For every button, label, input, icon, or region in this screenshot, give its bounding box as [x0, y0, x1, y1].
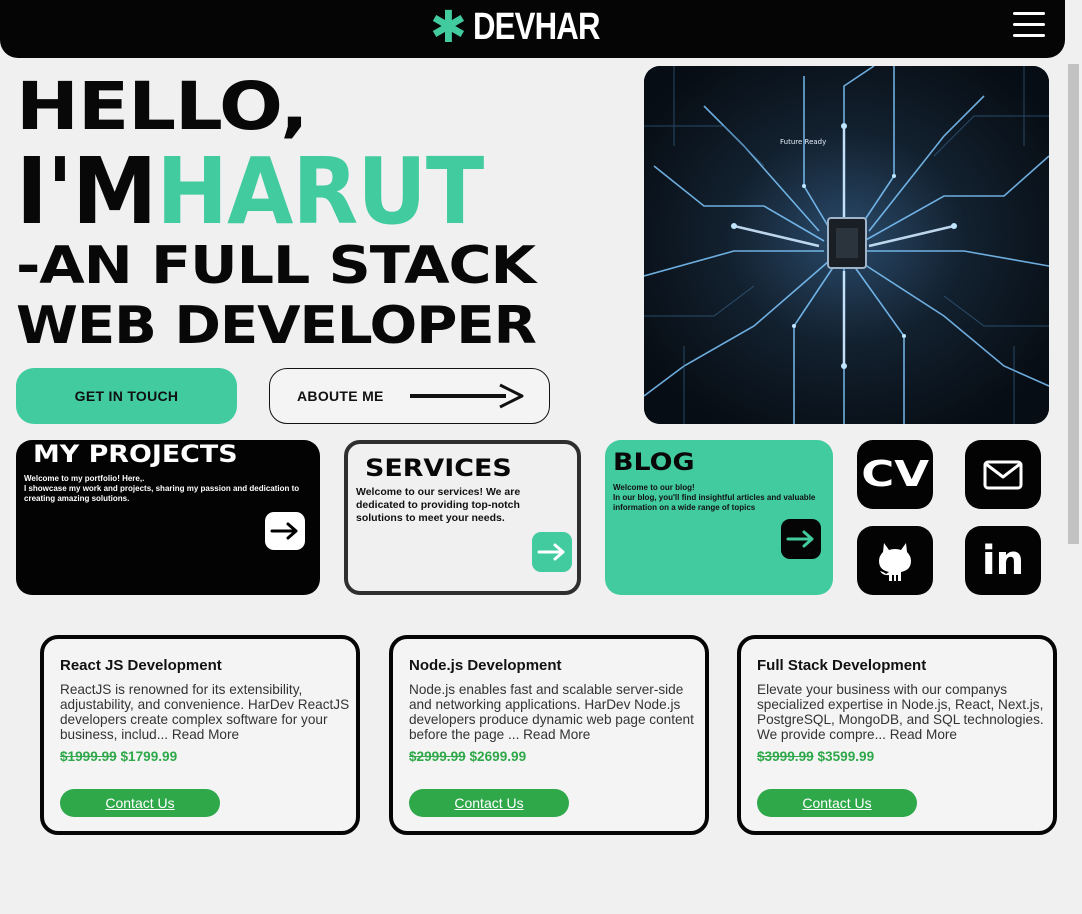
service-price: $1999.99 $1799.99: [60, 749, 177, 764]
hero-name-line: I'MHARUT: [16, 138, 484, 245]
contact-us-button[interactable]: Contact Us: [757, 789, 917, 817]
service-card-react: React JS Development ReactJS is renowned…: [40, 635, 360, 835]
my-projects-card[interactable]: MY PROJECTS Welcome to my portfolio! Her…: [16, 440, 320, 595]
github-octocat-icon: [879, 542, 911, 581]
arrow-right-icon: [537, 543, 565, 561]
long-arrow-right-icon: [410, 383, 524, 409]
about-me-label: ABOUTE ME: [297, 388, 384, 404]
hero-name: HARUT: [156, 138, 484, 245]
hamburger-menu-icon[interactable]: [1013, 12, 1045, 40]
hero-role-line2: WEB DEVELOPER: [16, 296, 537, 356]
linkedin-button[interactable]: in: [965, 526, 1041, 595]
email-button[interactable]: [965, 440, 1041, 509]
linkedin-icon: in: [981, 537, 1025, 584]
service-description: Node.js enables fast and scalable server…: [409, 682, 694, 742]
blog-arrow-button[interactable]: [781, 519, 821, 559]
service-card-fullstack: Full Stack Development Elevate your busi…: [737, 635, 1057, 835]
service-title: Node.js Development: [409, 657, 562, 674]
arrow-right-icon: [270, 522, 298, 540]
blog-title: BLOG: [613, 448, 695, 476]
brand-logo[interactable]: ✱ DEVHAR: [430, 1, 627, 53]
my-projects-arrow-button[interactable]: [265, 512, 305, 550]
blog-card[interactable]: BLOG Welcome to our blog! In our blog, y…: [605, 440, 833, 595]
top-navbar: ✱ DEVHAR: [0, 0, 1065, 58]
hero-im: I'M: [16, 138, 157, 245]
old-price: $2999.99: [409, 749, 466, 764]
cv-button[interactable]: CV: [857, 440, 933, 509]
contact-us-button[interactable]: Contact Us: [60, 789, 220, 817]
service-description: Elevate your business with our companys …: [757, 682, 1044, 742]
image-chip-label: Future Ready: [780, 138, 826, 146]
service-title: Full Stack Development: [757, 657, 927, 674]
new-price: $3599.99: [817, 749, 875, 764]
arrow-right-icon: [786, 530, 814, 548]
services-card[interactable]: SERVICES Welcome to our services! We are…: [344, 440, 581, 595]
my-projects-text: Welcome to my portfolio! Here,. I showca…: [24, 474, 300, 503]
new-price: $1799.99: [120, 749, 178, 764]
github-button[interactable]: [857, 526, 933, 595]
service-card-node: Node.js Development Node.js enables fast…: [389, 635, 709, 835]
brand-name: DEVHAR: [472, 6, 600, 48]
blog-text: Welcome to our blog! In our blog, you'll…: [613, 483, 816, 512]
service-price: $2999.99 $2699.99: [409, 749, 526, 764]
get-in-touch-button[interactable]: GET IN TOUCH: [16, 368, 237, 424]
hero-circuit-image: Future Ready: [644, 66, 1049, 424]
my-projects-title: MY PROJECTS: [33, 440, 238, 468]
cv-label: CV: [861, 454, 929, 495]
scrollbar-thumb[interactable]: [1068, 64, 1079, 544]
hero-role-line1: -AN FULL STACK: [16, 236, 536, 296]
services-text: Welcome to our services! We are dedicate…: [356, 486, 521, 525]
contact-us-button[interactable]: Contact Us: [409, 789, 569, 817]
hero-greeting: HELLO,: [16, 68, 309, 145]
old-price: $1999.99: [60, 749, 117, 764]
mail-icon: [983, 460, 1023, 489]
service-title: React JS Development: [60, 657, 222, 674]
new-price: $2699.99: [469, 749, 527, 764]
about-me-button[interactable]: ABOUTE ME: [269, 368, 550, 424]
service-description: ReactJS is renowned for its extensibilit…: [60, 682, 350, 742]
services-title: SERVICES: [365, 454, 512, 482]
asterisk-icon: ✱: [430, 1, 467, 53]
service-price: $3999.99 $3599.99: [757, 749, 874, 764]
old-price: $3999.99: [757, 749, 814, 764]
services-arrow-button[interactable]: [532, 532, 572, 572]
